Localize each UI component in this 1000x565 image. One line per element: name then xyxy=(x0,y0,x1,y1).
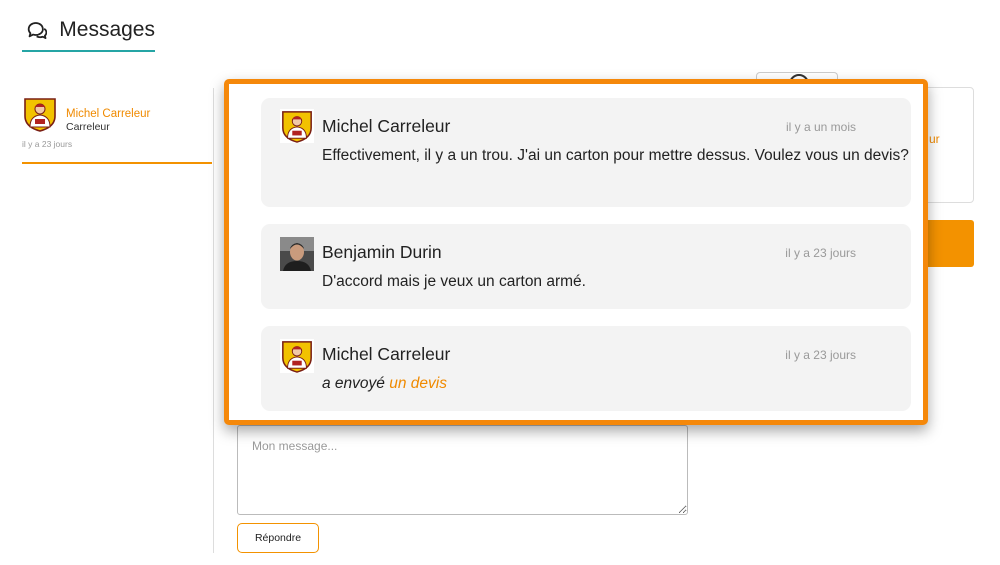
message-text: a envoyé un devis xyxy=(322,371,922,397)
message-bubble: Benjamin Durin il y a 23 jours D'accord … xyxy=(261,224,911,309)
tiler-avatar xyxy=(280,339,314,373)
message-text: Effectivement, il y a un trou. J'ai un c… xyxy=(322,147,909,164)
message-author: Benjamin Durin xyxy=(322,242,442,262)
message-input[interactable] xyxy=(237,425,688,515)
message-bubble: Michel Carreleur il y a un mois Effectiv… xyxy=(261,98,911,207)
page-title: Messages xyxy=(59,18,155,41)
message-author: Michel Carreleur xyxy=(322,344,451,364)
sent-label: a envoyé xyxy=(322,375,385,392)
conversation-name: Michel Carreleur xyxy=(66,108,151,120)
quote-link[interactable]: un devis xyxy=(389,375,447,392)
right-panel-card-text: ur xyxy=(929,132,940,146)
user-avatar xyxy=(280,237,314,271)
message-author: Michel Carreleur xyxy=(322,116,451,136)
message-bubble: Michel Carreleur il y a 23 jours a envoy… xyxy=(261,326,911,411)
message-time: il y a 23 jours xyxy=(785,246,856,260)
message-text: D'accord mais je veux un carton armé. xyxy=(322,273,586,290)
page-header: Messages xyxy=(22,16,155,52)
messages-page: Messages Michel Carreleur Carreleur il y… xyxy=(0,0,1000,565)
message-time: il y a un mois xyxy=(785,120,856,134)
conversation-role: Carreleur xyxy=(66,121,110,133)
tiler-avatar xyxy=(22,96,58,132)
conversation-time: il y a 23 jours xyxy=(22,139,73,149)
message-thread-panel: Michel Carreleur il y a un mois Effectiv… xyxy=(224,79,928,425)
message-time: il y a 23 jours xyxy=(785,348,856,362)
tiler-avatar xyxy=(280,109,314,143)
conversation-list-item[interactable]: Michel Carreleur Carreleur il y a 23 jou… xyxy=(22,96,212,164)
divider xyxy=(213,88,214,553)
chat-bubbles-icon xyxy=(27,22,48,39)
reply-button[interactable]: Répondre xyxy=(237,523,319,553)
